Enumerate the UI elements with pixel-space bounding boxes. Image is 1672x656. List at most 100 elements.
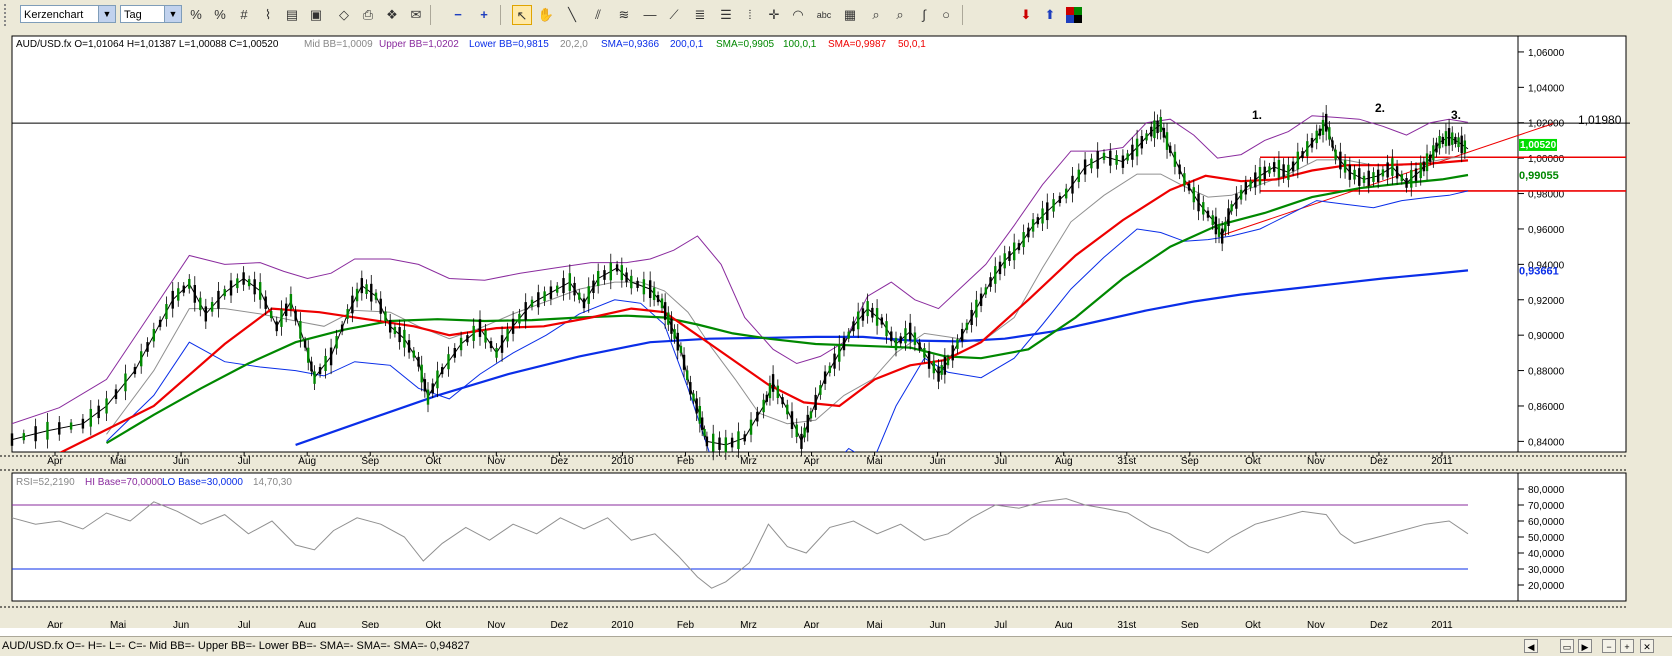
rsi-time-axis-tick-label: Jul — [238, 620, 251, 628]
candle-body — [365, 284, 368, 295]
candle-body — [188, 278, 191, 289]
text-tool-icon[interactable]: abc — [814, 5, 834, 25]
candle-body — [703, 428, 706, 437]
arrow-down-icon[interactable]: ⬇ — [1016, 5, 1036, 25]
zoom-out-icon[interactable]: − — [1602, 639, 1616, 653]
rsi-time-axis-tick-label: Aug — [1055, 620, 1073, 628]
template-icon[interactable]: ▤ — [282, 5, 302, 25]
circle-icon[interactable]: ○ — [936, 5, 956, 25]
candle-body — [436, 370, 439, 389]
candle-body — [1348, 164, 1352, 180]
zoom-minus-icon[interactable]: − — [448, 5, 468, 25]
toolbar-grip[interactable] — [4, 4, 12, 26]
legend-bb-params: 20,2,0 — [560, 39, 588, 50]
candle-body — [630, 275, 633, 289]
rsi-axis-tick-label: 80,0000 — [1528, 485, 1565, 496]
indicator-percent-icon[interactable]: % — [210, 5, 230, 25]
candle-body — [530, 299, 534, 307]
mail-icon[interactable]: ✉ — [406, 5, 426, 25]
chevron-down-icon[interactable]: ▼ — [164, 6, 181, 22]
candle-body — [1173, 151, 1177, 167]
sma100-price-tag: 0,99055 — [1519, 170, 1559, 182]
price-axis-tick-label: 1,04000 — [1528, 83, 1565, 94]
candle-body — [1331, 140, 1334, 148]
fibo-time-icon[interactable]: ☰ — [716, 5, 736, 25]
candle-body — [1145, 133, 1148, 141]
candle-body — [1306, 141, 1309, 157]
candle-body — [440, 367, 444, 375]
legend-mid-bb: Mid BB=1,0009 — [304, 39, 373, 50]
trendline-icon[interactable]: ╲ — [562, 5, 582, 25]
channel-icon[interactable]: ≋ — [614, 5, 634, 25]
candle-body — [500, 335, 504, 353]
peak-label-1[interactable]: 1. — [1252, 108, 1262, 122]
indicator-icon[interactable]: % — [186, 5, 206, 25]
arc-icon[interactable]: ◠ — [788, 5, 808, 25]
freehand-icon[interactable]: ∫ — [914, 5, 934, 25]
close-icon[interactable]: ✕ — [1640, 639, 1654, 653]
zoom-in-icon[interactable]: + — [1620, 639, 1634, 653]
candle-body — [989, 277, 992, 287]
candle-body — [940, 365, 943, 375]
candle-body — [484, 330, 487, 343]
candle-body — [1162, 127, 1166, 138]
legend-sma100-params: 100,0,1 — [783, 39, 817, 50]
chart-type-select[interactable]: Kerzenchart ▼ — [20, 5, 116, 23]
chevron-down-icon[interactable]: ▼ — [98, 6, 115, 22]
fan-icon[interactable]: ⟋ — [664, 5, 684, 25]
candle-body — [398, 327, 401, 343]
scroll-right-icon[interactable]: ▶ — [1578, 639, 1592, 653]
image-icon[interactable]: ▣ — [306, 5, 326, 25]
time-axis-tick-label: Nov — [487, 456, 505, 467]
parallel-lines-icon[interactable]: ⫽ — [588, 5, 608, 25]
fibonacci-icon[interactable]: ≣ — [690, 5, 710, 25]
rsi-axis-tick-label: 50,0000 — [1528, 533, 1565, 544]
candle-body — [1400, 174, 1404, 182]
candle-body — [1454, 136, 1457, 144]
candle-body — [478, 319, 482, 337]
candle-body — [210, 301, 214, 312]
candle-body — [946, 358, 950, 366]
horizontal-line-icon[interactable]: — — [640, 5, 660, 25]
magnifier-zoom-icon[interactable]: ⌕ — [890, 5, 910, 25]
candle-body — [1156, 120, 1159, 134]
object-icon[interactable]: ❖ — [382, 5, 402, 25]
period-select[interactable]: Tag ▼ — [120, 5, 182, 23]
price-axis-tick-label: 1,02000 — [1528, 119, 1565, 130]
legend-sma50: SMA=0,9987 — [828, 39, 887, 50]
candle-body — [1268, 166, 1271, 174]
scroll-bar-thumb[interactable]: ▭ — [1560, 639, 1574, 653]
candle-body — [1291, 161, 1295, 172]
candle-body — [335, 336, 338, 349]
legend-sma100: SMA=0,9905 — [716, 39, 775, 50]
candle-body — [1224, 221, 1227, 232]
candle-body — [1372, 172, 1375, 182]
eraser-icon[interactable]: ◇ — [334, 5, 354, 25]
color-palette-icon[interactable] — [1064, 5, 1084, 25]
candle-body — [828, 365, 832, 373]
grid-settings-icon[interactable]: # — [234, 5, 254, 25]
hand-icon[interactable]: ✋ — [536, 5, 556, 25]
candle-body — [447, 354, 450, 370]
cursor-icon[interactable]: ↖ — [512, 5, 532, 25]
calculator-icon[interactable]: ▦ — [840, 5, 860, 25]
time-axis-tick-label: Mrz — [740, 456, 757, 467]
vertical-lines-icon[interactable]: ⦙ — [740, 5, 760, 25]
resistance-level-label[interactable]: 1,01980 — [1578, 113, 1622, 127]
print-icon[interactable]: ⎙ — [358, 5, 378, 25]
scroll-left-icon[interactable]: ◀ — [1524, 639, 1538, 653]
zoom-plus-icon[interactable]: + — [474, 5, 494, 25]
candle-body — [329, 347, 333, 366]
peak-label-2[interactable]: 2. — [1375, 101, 1385, 115]
candle-body — [472, 325, 475, 341]
chart-compare-icon[interactable]: ⌇ — [258, 5, 278, 25]
crosshair-icon[interactable]: ✛ — [764, 5, 784, 25]
candle-body — [393, 326, 397, 334]
candle-body — [603, 270, 606, 280]
arrow-up-icon[interactable]: ⬆ — [1040, 5, 1060, 25]
toolbar-separator — [430, 5, 431, 25]
magnifier-icon[interactable]: ⌕ — [866, 5, 886, 25]
chart-canvas[interactable]: AUD/USD.fx O=1,01064 H=1,01387 L=1,00088… — [0, 30, 1672, 631]
time-axis-tick-label: Sep — [1181, 456, 1199, 467]
candle-body — [1463, 140, 1467, 153]
